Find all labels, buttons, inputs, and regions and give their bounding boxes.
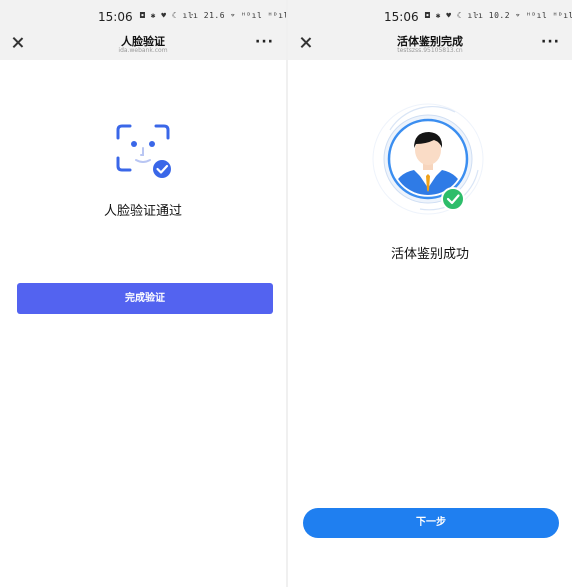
status-signal-icons: ◘ ✱ ♥ ☾ ıŀı 10.2 ⌔ ᴴᴰıl ᴴᴰıl xyxy=(425,11,572,20)
status-icons: ◘ ✱ ♥ ☾ ıŀı 21.6 ⌔ ᴴᴰıl ᴴᴰıl 49 xyxy=(140,10,286,21)
liveness-result-text: 活体鉴别成功 xyxy=(390,247,469,262)
page-url: ida.webank.com xyxy=(118,47,168,54)
page-url: testszss.95105813.cn xyxy=(397,47,463,54)
avatar-success-icon xyxy=(372,103,484,215)
nav-bar: 人脸验证 ida.webank.com ··· xyxy=(0,30,286,60)
status-icons: ◘ ✱ ♥ ☾ ıŀı 10.2 ⌔ ᴴᴰıl ᴴᴰıl 49 xyxy=(425,10,572,21)
nav-bar: 活体鉴别完成 testszss.95105813.cn ··· xyxy=(288,30,572,60)
face-verified-icon xyxy=(116,124,171,178)
liveness-result-screen: 15:06 ◘ ✱ ♥ ☾ ıŀı 10.2 ⌔ ᴴᴰıl ᴴᴰıl 49 活体… xyxy=(288,0,572,587)
status-time: 15:06 xyxy=(384,10,419,24)
status-signal-icons: ◘ ✱ ♥ ☾ ıŀı 21.6 ⌔ ᴴᴰıl ᴴᴰıl xyxy=(140,11,286,20)
status-bar: 15:06 ◘ ✱ ♥ ☾ ıŀı 21.6 ⌔ ᴴᴰıl ᴴᴰıl 49 xyxy=(0,0,286,30)
face-verify-screen: 15:06 ◘ ✱ ♥ ☾ ıŀı 21.6 ⌔ ᴴᴰıl ᴴᴰıl 49 人脸… xyxy=(0,0,286,587)
status-bar: 15:06 ◘ ✱ ♥ ☾ ıŀı 10.2 ⌔ ᴴᴰıl ᴴᴰıl 49 xyxy=(288,0,572,30)
complete-verify-button[interactable]: 完成验证 xyxy=(17,283,273,314)
status-time: 15:06 xyxy=(98,10,133,24)
verify-result-text: 人脸验证通过 xyxy=(103,204,182,219)
more-menu-icon[interactable]: ··· xyxy=(541,34,560,50)
next-step-button[interactable]: 下一步 xyxy=(303,508,559,538)
more-menu-icon[interactable]: ··· xyxy=(255,34,274,50)
